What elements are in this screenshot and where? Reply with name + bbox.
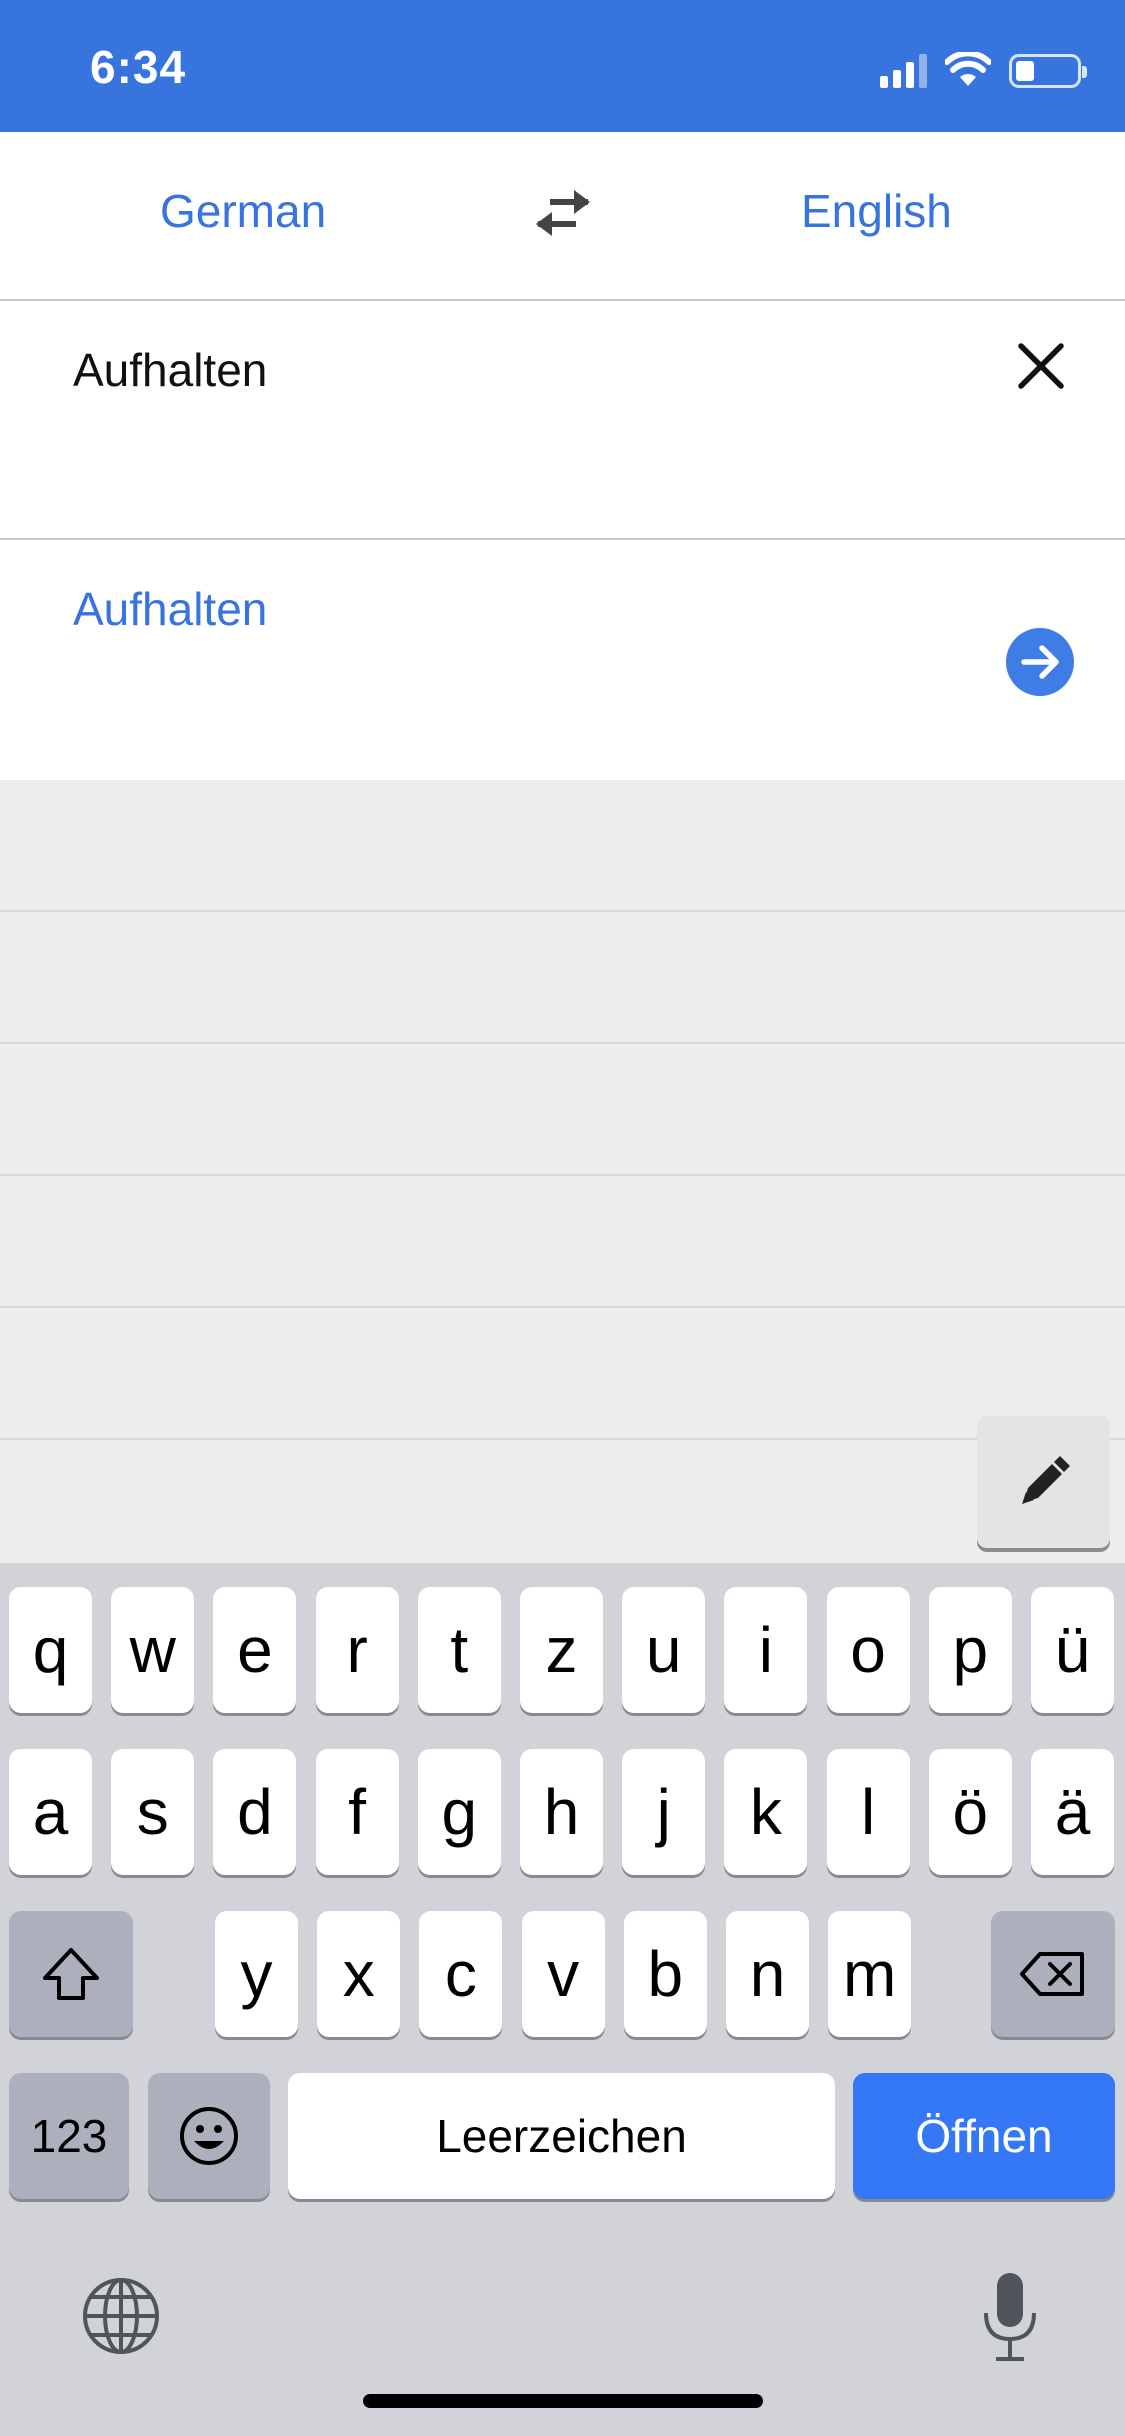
key-j[interactable]: j <box>622 1749 706 1875</box>
shift-icon <box>43 1948 99 2000</box>
list-item <box>0 1044 1125 1176</box>
key-l[interactable]: l <box>826 1749 910 1875</box>
keyboard: qwertzuiopü asdfghjklöä yxcvbnm 123 Leer… <box>0 1563 1125 2436</box>
source-text-input[interactable]: Aufhalten <box>73 343 267 397</box>
key-d[interactable]: d <box>213 1749 297 1875</box>
status-bar: 6:34 <box>0 0 1125 132</box>
globe-key[interactable] <box>82 2277 160 2355</box>
microphone-icon <box>984 2273 1036 2361</box>
emoji-icon <box>180 2107 238 2165</box>
handwriting-button[interactable] <box>977 1416 1110 1548</box>
globe-icon <box>83 2278 159 2354</box>
status-icons <box>880 48 1087 88</box>
space-key[interactable]: Leerzeichen <box>288 2073 835 2199</box>
pen-icon <box>1021 1456 1070 1504</box>
key-h[interactable]: h <box>520 1749 603 1875</box>
wifi-icon <box>945 52 991 86</box>
return-key[interactable]: Öffnen <box>853 2073 1115 2199</box>
key-z[interactable]: z <box>520 1587 603 1713</box>
key-n[interactable]: n <box>726 1911 809 2037</box>
key-u[interactable]: u <box>622 1587 706 1713</box>
history-list <box>0 780 1125 1440</box>
key-s[interactable]: s <box>111 1749 195 1875</box>
key-t[interactable]: t <box>417 1587 501 1713</box>
key-x[interactable]: x <box>317 1911 401 2037</box>
shift-key[interactable] <box>9 1911 133 2037</box>
key-o[interactable]: o <box>826 1587 910 1713</box>
list-item <box>0 1176 1125 1308</box>
swap-languages-button[interactable] <box>532 188 594 238</box>
list-item <box>0 780 1125 912</box>
key-c[interactable]: c <box>419 1911 503 2037</box>
input-area[interactable]: Aufhalten <box>0 301 1125 540</box>
key-i[interactable]: i <box>724 1587 808 1713</box>
swap-arrows-icon <box>536 190 590 236</box>
backspace-icon <box>1020 1952 1084 1996</box>
language-bar: German English <box>0 132 1125 301</box>
key-w[interactable]: w <box>111 1587 195 1713</box>
delete-key[interactable] <box>991 1911 1115 2037</box>
key-ä[interactable]: ä <box>1031 1749 1114 1875</box>
key-m[interactable]: m <box>828 1911 912 2037</box>
key-r[interactable]: r <box>315 1587 399 1713</box>
translate-go-button[interactable] <box>1006 628 1074 696</box>
key-v[interactable]: v <box>521 1911 605 2037</box>
status-time: 6:34 <box>90 41 187 93</box>
list-item <box>0 1308 1125 1440</box>
key-p[interactable]: p <box>928 1587 1012 1713</box>
key-f[interactable]: f <box>315 1749 399 1875</box>
key-q[interactable]: q <box>9 1587 92 1713</box>
cellular-signal-icon <box>880 52 927 88</box>
dictation-key[interactable] <box>980 2269 1040 2365</box>
key-y[interactable]: y <box>215 1911 298 2037</box>
target-language-button[interactable]: English <box>801 184 952 238</box>
source-language-button[interactable]: German <box>160 184 326 238</box>
clear-input-button[interactable] <box>1015 340 1067 392</box>
close-icon <box>1018 343 1064 389</box>
list-item <box>0 912 1125 1044</box>
key-a[interactable]: a <box>9 1749 92 1875</box>
home-indicator <box>363 2394 763 2408</box>
emoji-key[interactable] <box>148 2073 270 2199</box>
key-g[interactable]: g <box>417 1749 501 1875</box>
key-e[interactable]: e <box>213 1587 297 1713</box>
arrow-right-icon <box>1021 645 1059 679</box>
key-ü[interactable]: ü <box>1031 1587 1114 1713</box>
key-b[interactable]: b <box>623 1911 707 2037</box>
battery-icon <box>1009 54 1087 88</box>
key-ö[interactable]: ö <box>928 1749 1012 1875</box>
suggestion-text[interactable]: Aufhalten <box>73 582 267 636</box>
numbers-key[interactable]: 123 <box>9 2073 129 2199</box>
translation-suggestion[interactable]: Aufhalten <box>0 540 1125 780</box>
key-k[interactable]: k <box>724 1749 808 1875</box>
